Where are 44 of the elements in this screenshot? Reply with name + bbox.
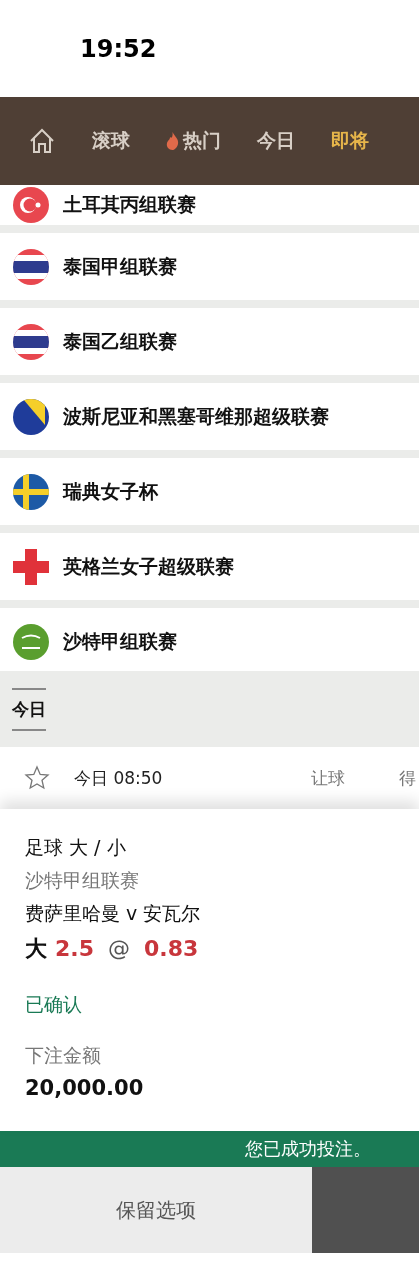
flag-icon xyxy=(13,398,49,435)
status-time: 19:52 xyxy=(80,34,157,63)
flag-icon xyxy=(13,473,49,510)
league-name: 泰国乙组联赛 xyxy=(63,328,177,354)
flag-icon xyxy=(13,248,49,285)
bet-market: 足球 大 / 小 xyxy=(25,835,127,860)
bet-selection: 大 xyxy=(25,935,47,963)
league-name: 英格兰女子超级联赛 xyxy=(63,553,234,579)
column-header: 让球 xyxy=(311,766,345,790)
star-icon[interactable] xyxy=(24,765,50,791)
nav-tab[interactable]: 滚球 xyxy=(92,128,130,154)
nav-tab[interactable]: 热门 xyxy=(166,128,221,154)
flag-icon xyxy=(13,623,49,660)
league-name: 沙特甲组联赛 xyxy=(63,628,177,654)
league-row[interactable]: 泰国乙组联赛 xyxy=(0,308,419,375)
cross-icon xyxy=(13,548,49,585)
flag-icon xyxy=(13,323,49,360)
nav-tab[interactable]: 即将 xyxy=(331,128,369,154)
column-header: 得 xyxy=(399,766,416,790)
stake-label: 下注金额 xyxy=(25,1043,102,1068)
league-row[interactable]: 瑞典女子杯 xyxy=(0,458,419,525)
nav-tab[interactable]: 今日 xyxy=(257,128,295,154)
league-row[interactable]: 泰国甲组联赛 xyxy=(0,233,419,300)
bet-odds: 0.83 xyxy=(144,935,199,963)
keep-selections-button[interactable]: 保留选项 xyxy=(0,1167,312,1253)
bet-league: 沙特甲组联赛 xyxy=(25,868,140,893)
flag-icon xyxy=(13,187,49,223)
success-banner: 您已成功投注。 xyxy=(0,1131,419,1167)
flame-icon xyxy=(166,132,179,150)
bet-teams: 费萨里哈曼 v 安瓦尔 xyxy=(25,901,202,926)
home-icon[interactable] xyxy=(28,127,56,155)
league-name: 泰国甲组联赛 xyxy=(63,253,177,279)
bet-line: 2.5 xyxy=(55,935,94,963)
stake-amount: 20,000.00 xyxy=(25,1075,145,1102)
league-name: 土耳其丙组联赛 xyxy=(63,192,196,217)
bet-status: 已确认 xyxy=(25,992,83,1017)
league-row[interactable]: 波斯尼亚和黑塞哥维那超级联赛 xyxy=(0,383,419,450)
league-name: 瑞典女子杯 xyxy=(63,478,158,504)
league-name: 波斯尼亚和黑塞哥维那超级联赛 xyxy=(63,403,329,429)
league-row[interactable]: 英格兰女子超级联赛 xyxy=(0,533,419,600)
at-sign: @ xyxy=(108,935,130,963)
match-time: 今日 08:50 xyxy=(74,766,163,790)
league-row[interactable]: 土耳其丙组联赛 xyxy=(0,185,419,225)
section-tab[interactable]: 今日 xyxy=(12,687,46,731)
